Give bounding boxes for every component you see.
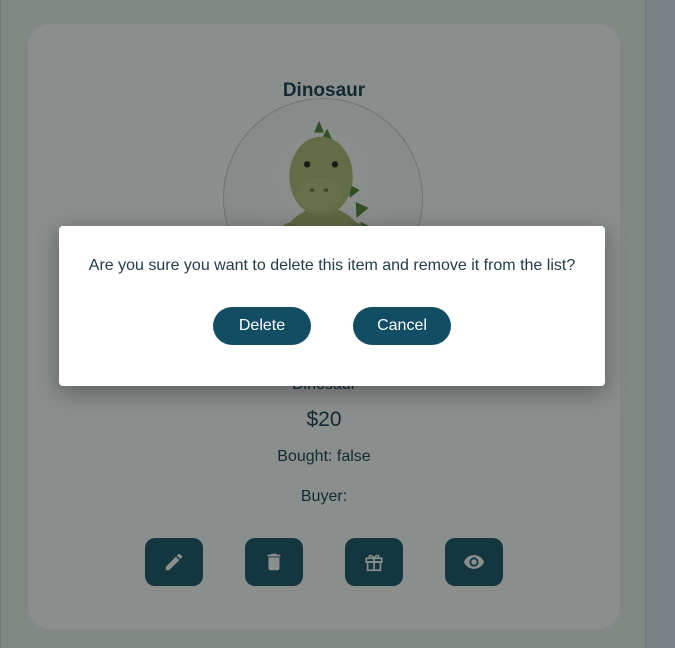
dialog-message: Are you sure you want to delete this ite… xyxy=(88,257,576,274)
confirm-delete-dialog: Are you sure you want to delete this ite… xyxy=(59,226,605,386)
confirm-delete-button[interactable]: Delete xyxy=(213,307,311,345)
cancel-button[interactable]: Cancel xyxy=(353,307,451,345)
